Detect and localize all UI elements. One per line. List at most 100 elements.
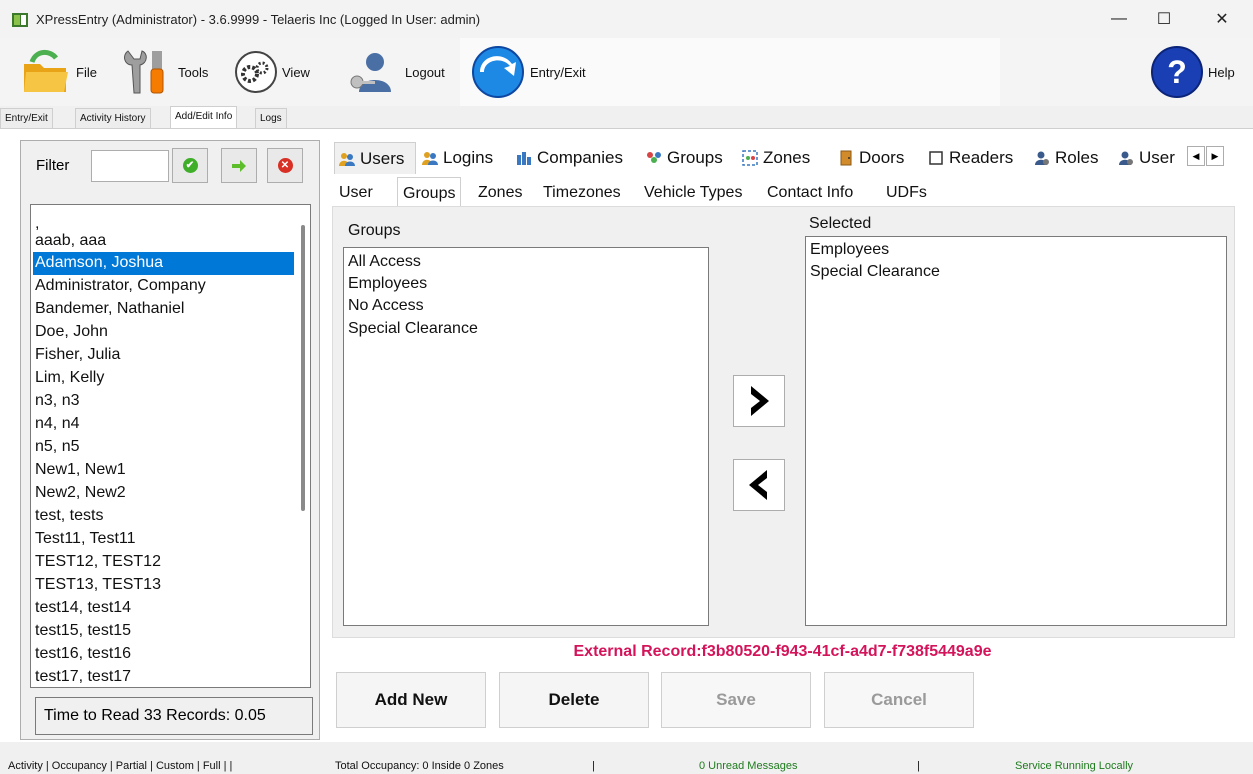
logout-button[interactable]: Logout — [345, 38, 445, 106]
cancel-button[interactable]: Cancel — [824, 672, 974, 728]
list-item[interactable]: Fisher, Julia — [33, 344, 294, 367]
minimize-button[interactable]: — — [1097, 4, 1141, 34]
available-groups-list[interactable]: All Access Employees No Access Special C… — [343, 247, 709, 626]
list-item[interactable]: test15, test15 — [33, 620, 294, 643]
list-item[interactable]: n5, n5 — [33, 436, 294, 459]
subtab-timezones[interactable]: Timezones — [538, 177, 626, 207]
entry-exit-label: Entry/Exit — [530, 64, 586, 80]
delete-button[interactable]: Delete — [499, 672, 649, 728]
list-item[interactable]: n4, n4 — [33, 413, 294, 436]
check-icon: ✔ — [182, 158, 198, 173]
list-item[interactable]: Special Clearance — [348, 318, 478, 340]
tab-groups[interactable]: Groups — [642, 142, 727, 174]
door-icon — [840, 150, 852, 166]
list-item-selected[interactable]: Adamson, Joshua — [33, 252, 294, 275]
remove-group-button[interactable] — [733, 459, 785, 511]
list-item[interactable]: Employees — [348, 273, 427, 295]
list-item[interactable]: n3, n3 — [33, 390, 294, 413]
list-item[interactable]: All Access — [348, 251, 421, 273]
list-item[interactable]: Lim, Kelly — [33, 367, 294, 390]
filter-input[interactable] — [91, 150, 169, 182]
tab-roles[interactable]: Roles — [1030, 142, 1102, 174]
add-new-button[interactable]: Add New — [336, 672, 486, 728]
list-item[interactable]: Test11, Test11 — [33, 528, 294, 551]
user-list[interactable]: , aaab, aaa Adamson, Joshua Administrato… — [30, 204, 311, 688]
list-item[interactable]: test17, test17 — [33, 666, 294, 687]
tab-doors[interactable]: Doors — [834, 142, 908, 174]
tab-scroll-left-button[interactable]: ◀ — [1187, 146, 1205, 166]
entry-exit-icon — [472, 46, 524, 98]
list-item[interactable]: TEST12, TEST12 — [33, 551, 294, 574]
folder-icon — [24, 50, 68, 92]
list-item[interactable]: Administrator, Company — [33, 275, 294, 298]
view-button[interactable]: View — [234, 38, 310, 106]
view-mode-links[interactable]: Activity | Occupancy | Partial | Custom … — [8, 760, 232, 772]
unread-messages[interactable]: 0 Unread Messages — [699, 760, 797, 772]
subtab-contact-info[interactable]: Contact Info — [762, 177, 858, 207]
help-button[interactable]: ? Help — [1150, 38, 1235, 106]
selected-groups-list[interactable]: Employees Special Clearance — [805, 236, 1227, 626]
tab-add-edit-info[interactable]: Add/Edit Info — [170, 106, 238, 128]
file-button[interactable]: File — [20, 38, 97, 106]
chevron-right-icon: ▶ — [1211, 150, 1219, 161]
subtab-udfs[interactable]: UDFs — [881, 177, 932, 207]
subtab-zones[interactable]: Zones — [473, 177, 527, 207]
gears-icon — [235, 51, 277, 93]
tab-companies[interactable]: Companies — [512, 142, 627, 174]
window-title: XPressEntry (Administrator) - 3.6.9999 -… — [36, 12, 481, 27]
subtab-vehicle-types[interactable]: Vehicle Types — [639, 177, 747, 207]
tab-entry-exit[interactable]: Entry/Exit — [0, 108, 53, 128]
status-bar: Activity | Occupancy | Partial | Custom … — [0, 757, 1253, 774]
close-button[interactable]: ✕ — [1200, 4, 1244, 34]
tab-logs[interactable]: Logs — [255, 108, 287, 128]
app-icon — [12, 13, 28, 27]
list-item[interactable]: aaab, aaa — [33, 230, 294, 253]
list-item[interactable]: New2, New2 — [33, 482, 294, 505]
next-button[interactable] — [221, 148, 257, 183]
roles-icon — [1035, 151, 1049, 165]
companies-icon — [517, 152, 531, 165]
logins-icon — [422, 152, 438, 165]
svg-text:?: ? — [1167, 54, 1187, 90]
tools-button[interactable]: Tools — [120, 38, 208, 106]
subtab-user[interactable]: User — [334, 177, 378, 207]
list-item[interactable]: test14, test14 — [33, 597, 294, 620]
help-label: Help — [1208, 64, 1235, 80]
entry-exit-button[interactable]: Entry/Exit — [470, 38, 586, 106]
clear-filter-button[interactable]: ✕ — [267, 148, 303, 183]
apply-filter-button[interactable]: ✔ — [172, 148, 208, 183]
save-button[interactable]: Save — [661, 672, 811, 728]
list-scrollbar[interactable] — [301, 225, 305, 511]
occupancy-status: Total Occupancy: 0 Inside 0 Zones — [335, 760, 504, 772]
chevron-left-icon: ◀ — [1192, 150, 1200, 161]
tab-activity-history[interactable]: Activity History — [75, 108, 151, 128]
status-separator: | — [592, 760, 595, 772]
filter-label: Filter — [36, 157, 70, 174]
tab-user-roles[interactable]: User — [1114, 142, 1184, 174]
list-item[interactable]: test16, test16 — [33, 643, 294, 666]
list-item[interactable]: Special Clearance — [810, 261, 940, 283]
tab-users[interactable]: Users — [334, 142, 416, 174]
list-item[interactable]: test, tests — [33, 505, 294, 528]
groups-label: Groups — [348, 222, 401, 239]
list-item[interactable]: No Access — [348, 295, 424, 317]
tools-icon — [124, 50, 164, 94]
reader-icon — [929, 151, 943, 165]
tab-readers[interactable]: Readers — [924, 142, 1017, 174]
view-label: View — [282, 64, 310, 80]
list-item[interactable]: Bandemer, Nathaniel — [33, 298, 294, 321]
maximize-button[interactable]: ☐ — [1142, 4, 1186, 34]
tab-scroll-right-button[interactable]: ▶ — [1206, 146, 1224, 166]
add-group-button[interactable] — [733, 375, 785, 427]
list-item[interactable]: Doe, John — [33, 321, 294, 344]
tab-zones[interactable]: Zones — [738, 142, 814, 174]
list-item[interactable]: New1, New1 — [33, 459, 294, 482]
help-icon: ? — [1151, 46, 1203, 98]
tab-logins[interactable]: Logins — [418, 142, 497, 174]
subtab-groups[interactable]: Groups — [397, 177, 462, 207]
list-item[interactable]: TEST13, TEST13 — [33, 574, 294, 597]
logout-label: Logout — [405, 64, 445, 80]
chevron-left-icon — [749, 470, 767, 500]
list-item[interactable]: Employees — [810, 239, 889, 261]
time-to-read-status: Time to Read 33 Records: 0.05 — [35, 697, 313, 735]
